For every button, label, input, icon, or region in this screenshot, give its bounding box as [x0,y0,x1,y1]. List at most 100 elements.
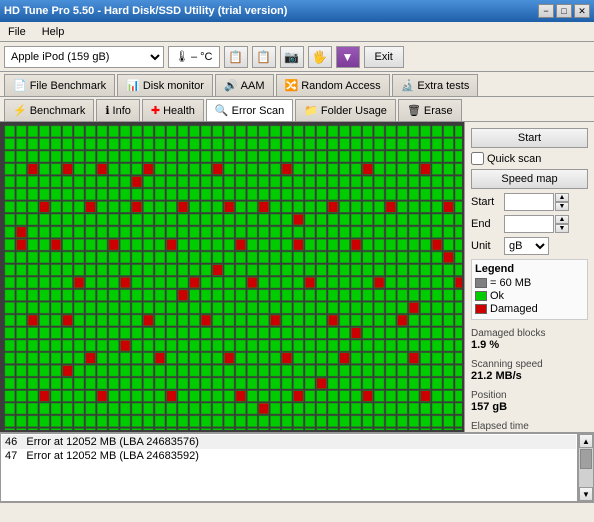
menu-file[interactable]: File [4,25,30,39]
legend-item-damaged: Damaged [475,303,584,315]
legend-title: Legend [475,263,584,275]
device-selector[interactable]: Apple iPod (159 gB) [4,46,164,68]
legend-item-speed: = 60 MB [475,277,584,289]
tab-row-2: ⚡ Benchmark ℹ Info ✚ Health 🔍 Error Scan… [0,97,594,122]
tab-aam-label: AAM [241,80,265,92]
exit-button[interactable]: Exit [364,46,404,68]
legend-color-damaged [475,304,487,314]
quick-scan-checkbox[interactable] [471,152,484,165]
log-num-46: 46 [5,436,17,448]
start-label: Start [471,196,501,208]
tab-disk-monitor[interactable]: 📊 Disk monitor [117,74,213,96]
quick-scan-row: Quick scan [471,152,588,165]
toolbar-btn-power[interactable]: 🖐 [308,46,332,68]
tab-error-scan-label: Error Scan [232,105,285,117]
folder-usage-icon: 📁 [304,104,318,117]
stat-damaged-blocks: Damaged blocks 1.9 % [471,328,588,351]
menu-bar: File Help [0,22,594,42]
aam-icon: 🔊 [224,79,238,92]
stat-elapsed-label: Elapsed time [471,421,588,432]
tab-erase[interactable]: 🗑 Erase [398,99,462,121]
end-label: End [471,218,501,230]
grid-svg [2,124,462,430]
extra-tests-icon: 🔬 [401,79,415,92]
end-up-arrow[interactable]: ▲ [555,215,569,224]
tab-folder-usage[interactable]: 📁 Folder Usage [295,99,396,121]
scroll-track [579,448,593,487]
tab-aam[interactable]: 🔊 AAM [215,74,274,96]
scroll-up-button[interactable]: ▲ [579,434,593,448]
start-up-arrow[interactable]: ▲ [555,193,569,202]
stat-position-value: 157 gB [471,401,588,413]
toolbar: Apple iPod (159 gB) 🌡 – °C 📋 📋 📷 🖐 ▼ Exi… [0,42,594,72]
close-button[interactable]: ✕ [574,4,590,18]
health-icon: ✚ [151,104,160,117]
file-benchmark-icon: 📄 [13,79,27,92]
legend-box: Legend = 60 MB Ok Damaged [471,259,588,320]
toolbar-btn-2[interactable]: 📋 [252,46,276,68]
legend-label-damaged: Damaged [490,303,538,315]
start-down-arrow[interactable]: ▼ [555,202,569,211]
log-area: 46 Error at 12052 MB (LBA 24683576) 47 E… [0,432,594,502]
legend-label-ok: Ok [490,290,504,302]
stat-damaged-value: 1.9 % [471,339,588,351]
start-button[interactable]: Start [471,128,588,148]
log-entry-46: 46 Error at 12052 MB (LBA 24683576) [2,435,576,449]
stat-position: Position 157 gB [471,390,588,413]
stat-speed-value: 21.2 MB/s [471,370,588,382]
start-spinner: 0 ▲ ▼ [504,193,569,211]
main-content: Start Quick scan Speed map Start 0 ▲ ▼ E… [0,122,594,432]
log-num-47: 47 [5,450,17,462]
unit-selector[interactable]: gB MB [504,237,549,255]
unit-label: Unit [471,240,501,252]
tab-disk-monitor-label: Disk monitor [143,80,204,92]
tab-random-access[interactable]: 🔀 Random Access [276,74,390,96]
status-bar [0,502,594,522]
tab-health-label: Health [163,105,195,117]
error-scan-grid [0,122,464,432]
tab-info[interactable]: ℹ Info [96,99,140,121]
log-content[interactable]: 46 Error at 12052 MB (LBA 24683576) 47 E… [0,433,578,502]
start-value[interactable]: 0 [504,193,554,211]
log-text-46: Error at 12052 MB (LBA 24683576) [26,436,198,448]
toolbar-btn-1[interactable]: 📋 [224,46,248,68]
tab-row-1: 📄 File Benchmark 📊 Disk monitor 🔊 AAM 🔀 … [0,72,594,97]
log-scrollbar[interactable]: ▲ ▼ [578,433,594,502]
end-down-arrow[interactable]: ▼ [555,224,569,233]
legend-item-ok: Ok [475,290,584,302]
tab-error-scan[interactable]: 🔍 Error Scan [206,99,293,121]
error-scan-icon: 🔍 [215,104,229,117]
tab-erase-label: Erase [424,105,453,117]
tab-extra-tests[interactable]: 🔬 Extra tests [392,74,479,96]
log-text-47: Error at 12052 MB (LBA 24683592) [26,450,198,462]
disk-monitor-icon: 📊 [126,79,140,92]
stat-position-label: Position [471,390,588,401]
start-arrows: ▲ ▼ [555,193,569,211]
quick-scan-label: Quick scan [487,153,541,165]
scroll-down-button[interactable]: ▼ [579,487,593,501]
legend-color-ok [475,291,487,301]
menu-help[interactable]: Help [38,25,69,39]
stat-scanning-speed: Scanning speed 21.2 MB/s [471,359,588,382]
tab-health[interactable]: ✚ Health [142,99,204,121]
tab-info-label: Info [113,105,131,117]
toolbar-btn-download[interactable]: ▼ [336,46,360,68]
toolbar-btn-camera[interactable]: 📷 [280,46,304,68]
end-value[interactable]: 159 [504,215,554,233]
tab-file-benchmark[interactable]: 📄 File Benchmark [4,74,115,96]
speed-map-button[interactable]: Speed map [471,169,588,189]
minimize-button[interactable]: − [538,4,554,18]
tab-benchmark-label: Benchmark [30,105,86,117]
tab-benchmark[interactable]: ⚡ Benchmark [4,99,94,121]
tab-file-benchmark-label: File Benchmark [30,80,106,92]
stat-damaged-label: Damaged blocks [471,328,588,339]
start-input-row: Start 0 ▲ ▼ [471,193,588,211]
right-panel: Start Quick scan Speed map Start 0 ▲ ▼ E… [464,122,594,432]
info-icon: ℹ [105,104,109,117]
unit-row: Unit gB MB [471,237,588,255]
scroll-thumb[interactable] [580,449,592,469]
tab-random-access-label: Random Access [301,80,380,92]
title-bar: HD Tune Pro 5.50 - Hard Disk/SSD Utility… [0,0,594,22]
maximize-button[interactable]: □ [556,4,572,18]
random-access-icon: 🔀 [285,79,299,92]
